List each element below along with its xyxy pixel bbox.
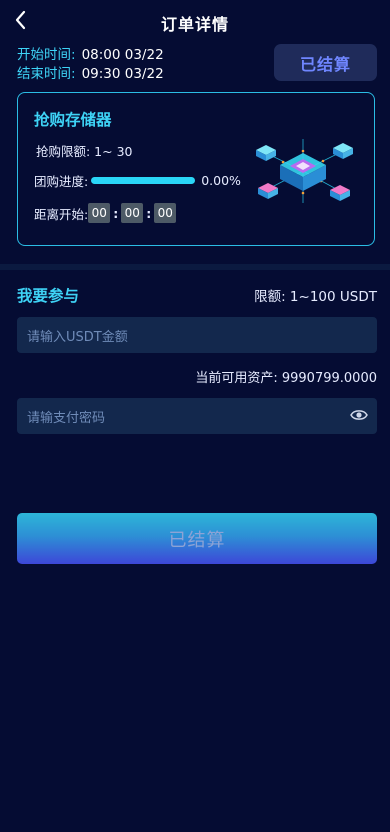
available-assets: 当前可用资产: 9990799.0000 [195,371,377,386]
purchase-limit: 抢购限额: 1~ 30 [36,144,133,159]
join-title: 我要参与 [17,287,80,305]
status-badge: 已结算 [274,44,377,81]
progress-row: 团购进度: 0.00% [34,171,241,190]
countdown-minutes: 00 [121,203,144,223]
product-card: 抢购存储器 抢购限额: 1~ 30 团购进度: 0.00% 距离开始: 00 :… [17,92,375,246]
payment-password-placeholder: 请输支付密码 [27,410,106,426]
join-limit: 限额: 1~100 USDT [254,289,377,305]
end-time-label: 结束时间: [17,66,76,82]
progress-label: 团购进度: [34,174,89,189]
storage-server-illustration [256,139,353,203]
start-time-label: 开始时间: [17,47,76,63]
progress-percent: 0.00% [201,173,241,188]
countdown-hours: 00 [88,203,111,223]
product-title: 抢购存储器 [34,111,112,129]
usdt-amount-placeholder: 请输入USDT金额 [27,329,128,345]
header: 订单详情 [0,0,390,42]
end-time-value: 09:30 03/22 [81,66,164,82]
submit-button[interactable]: 已结算 [17,513,377,564]
eye-icon[interactable] [350,408,368,422]
page-title: 订单详情 [160,15,229,34]
progress-bar [91,177,196,184]
countdown-separator: : [146,205,152,221]
end-time-row: 结束时间: 09:30 03/22 [17,65,164,84]
countdown-seconds: 00 [154,203,177,223]
start-time-row: 开始时间: 08:00 03/22 [17,46,164,65]
countdown-row: 距离开始: 00 : 00 : 00 [34,203,177,223]
time-info: 开始时间: 08:00 03/22 结束时间: 09:30 03/22 [17,46,164,84]
countdown-label: 距离开始: [34,206,89,222]
payment-password-input[interactable]: 请输支付密码 [17,398,377,434]
countdown-separator: : [113,205,119,221]
start-time-value: 08:00 03/22 [81,47,164,63]
usdt-amount-input[interactable]: 请输入USDT金额 [17,317,377,353]
section-divider [0,264,390,270]
